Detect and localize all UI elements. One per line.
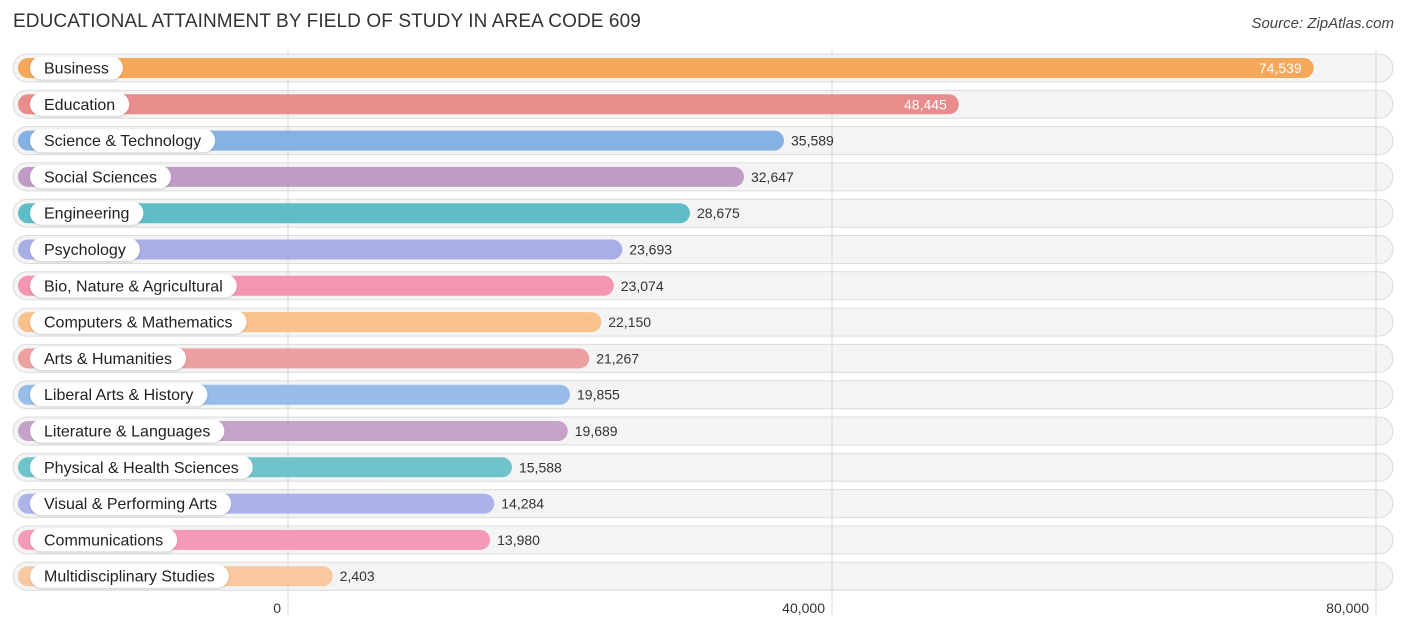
value-label: 2,403 <box>340 568 375 584</box>
x-tick-label: 0 <box>273 600 281 616</box>
bar-row: Bio, Nature & Agricultural 23,074 <box>18 274 664 298</box>
value-label: 23,074 <box>621 278 664 294</box>
bar-row: Visual & Performing Arts 14,284 <box>18 492 544 516</box>
category-label: Social Sciences <box>44 169 157 186</box>
category-label: Literature & Languages <box>44 424 210 441</box>
value-label: 28,675 <box>697 205 740 221</box>
category-label: Physical & Health Sciences <box>44 460 239 477</box>
category-label: Arts & Humanities <box>44 351 172 368</box>
category-label: Visual & Performing Arts <box>44 496 217 513</box>
bar-row: Engineering 28,675 <box>18 201 740 225</box>
value-label: 23,693 <box>629 242 672 258</box>
bar-row: Communications 13,980 <box>18 528 540 552</box>
value-label: 19,689 <box>575 423 618 439</box>
bar-chart: Business 74,539 Education 48,445 Science & T… <box>12 50 1394 616</box>
value-label: 13,980 <box>497 532 540 548</box>
category-label: Engineering <box>44 206 129 223</box>
category-label: Bio, Nature & Agricultural <box>44 278 223 295</box>
category-label: Multidisciplinary Studies <box>44 569 215 586</box>
bar-row: Psychology 23,693 <box>18 238 672 261</box>
category-label: Business <box>44 61 109 78</box>
bar-row: Computers & Mathematics 22,150 <box>18 310 651 334</box>
bar <box>18 94 959 115</box>
category-label: Psychology <box>44 242 126 259</box>
value-label: 32,647 <box>751 169 794 185</box>
bar-row: Literature & Languages 19,689 <box>18 419 618 443</box>
bar-row: Arts & Humanities 21,267 <box>18 346 639 370</box>
value-label: 21,267 <box>596 350 639 366</box>
value-label: 22,150 <box>608 314 651 330</box>
x-tick-label: 40,000 <box>782 600 825 616</box>
category-label: Computers & Mathematics <box>44 315 233 332</box>
value-label: 35,589 <box>791 133 834 149</box>
bar <box>18 58 1314 78</box>
category-label: Science & Technology <box>44 133 201 150</box>
value-label: 48,445 <box>904 96 947 112</box>
value-label: 14,284 <box>501 496 544 512</box>
value-label: 15,588 <box>519 459 562 475</box>
category-label: Education <box>44 97 115 114</box>
bar-row: Education 48,445 <box>18 92 959 116</box>
bar-row: Liberal Arts & History 19,855 <box>18 383 620 407</box>
bar-row: Multidisciplinary Studies 2,403 <box>18 564 375 588</box>
category-label: Communications <box>44 532 163 549</box>
value-label: 19,855 <box>577 387 620 403</box>
category-label: Liberal Arts & History <box>44 387 193 404</box>
bar-row: Business 74,539 <box>18 56 1314 80</box>
bar-row: Physical & Health Sciences 15,588 <box>18 455 562 479</box>
x-tick-label: 80,000 <box>1326 600 1369 616</box>
bar-row: Science & Technology 35,589 <box>18 129 834 153</box>
bar-row: Social Sciences 32,647 <box>18 165 794 189</box>
value-label: 74,539 <box>1259 60 1302 76</box>
